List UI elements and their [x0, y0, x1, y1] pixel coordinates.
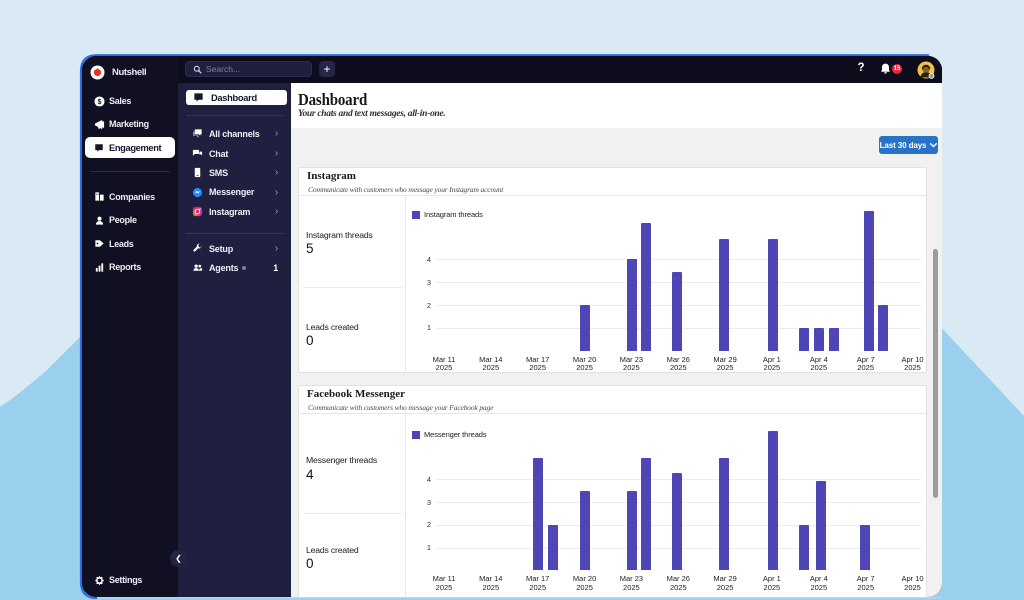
svg-text:$: $: [98, 98, 102, 105]
